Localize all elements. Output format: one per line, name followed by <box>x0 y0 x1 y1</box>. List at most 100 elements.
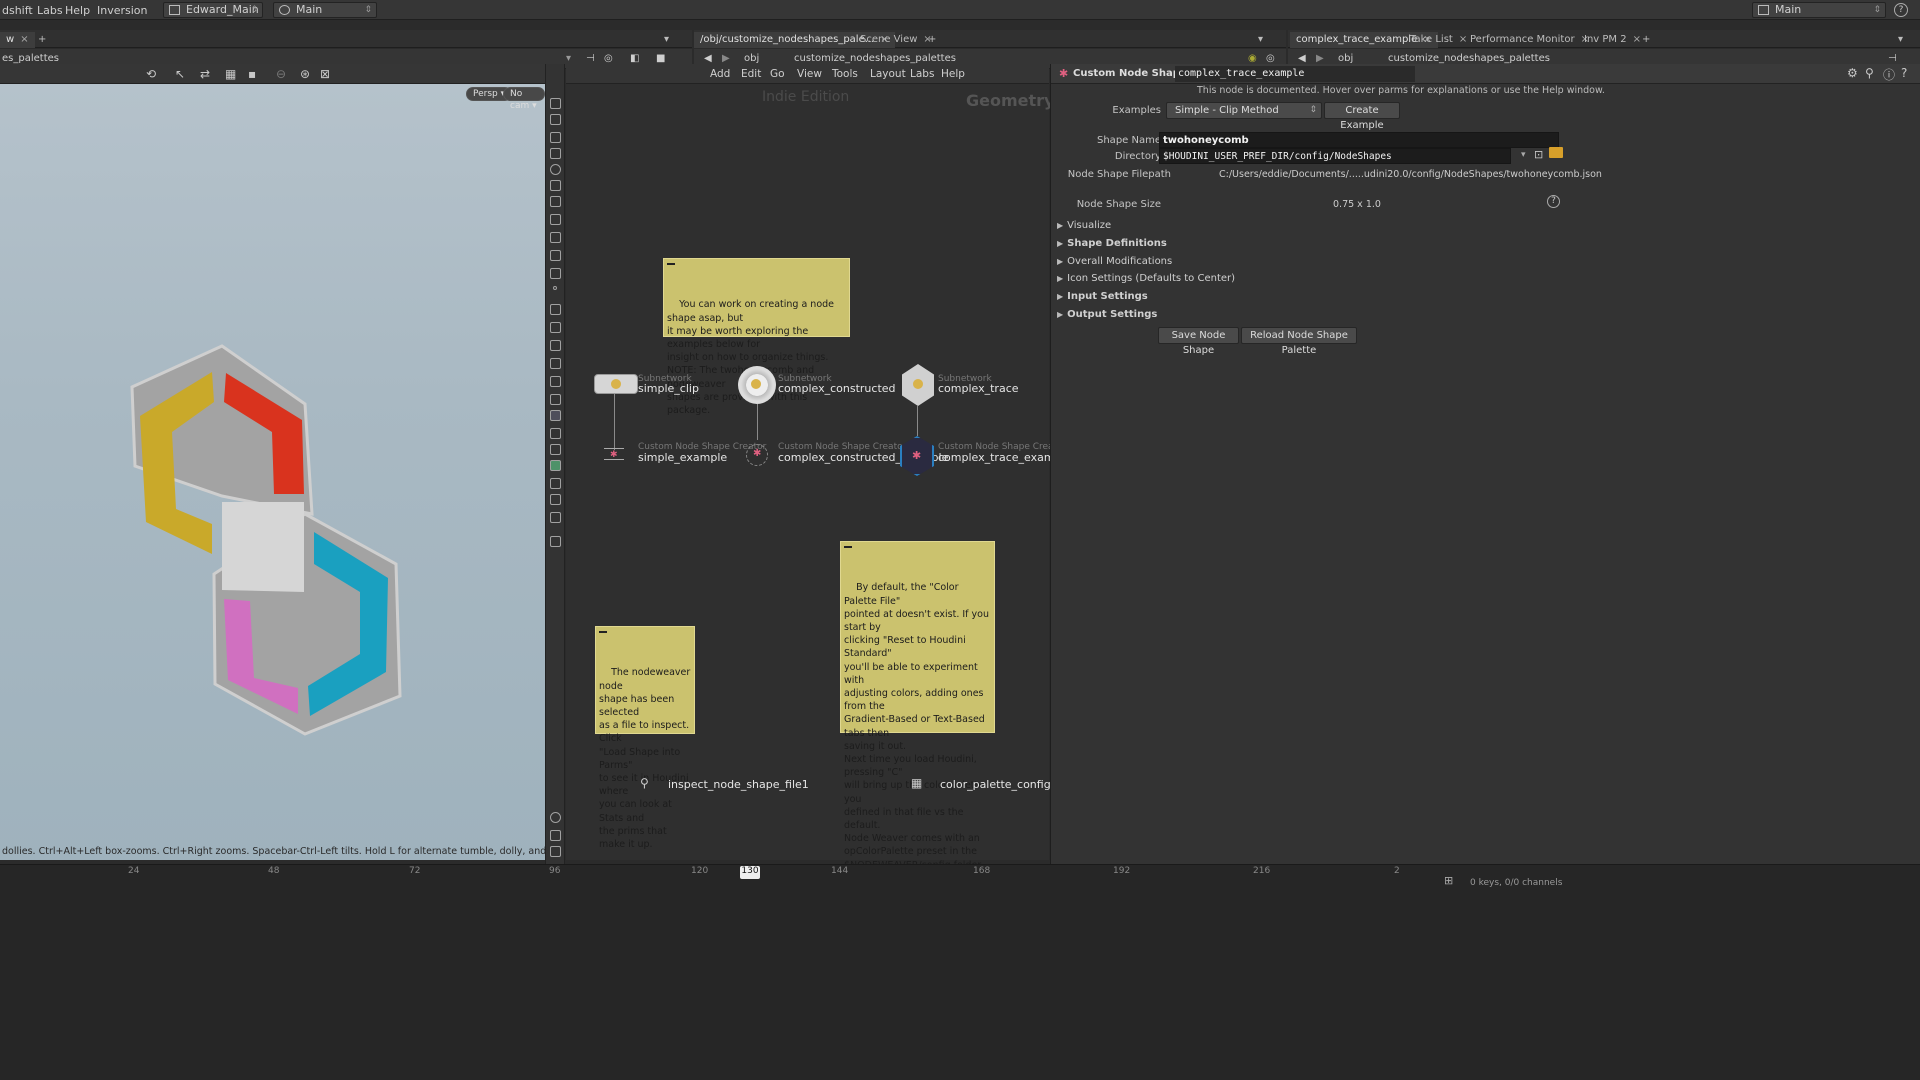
tab-take-list[interactable]: Take List × <box>1404 32 1473 48</box>
snap-icon[interactable] <box>550 148 561 159</box>
group-icon[interactable] <box>550 460 561 471</box>
sticky-collapse[interactable] <box>667 263 675 265</box>
node-simple-clip[interactable]: simple_clip <box>638 382 699 395</box>
brush-icon[interactable] <box>550 304 561 315</box>
shape-name-field[interactable]: twohoneycomb <box>1159 132 1559 148</box>
flag-icon[interactable] <box>550 214 561 225</box>
back-icon[interactable]: ◀ <box>704 53 712 64</box>
image-icon[interactable] <box>550 512 561 523</box>
info-icon[interactable]: ⓘ <box>1883 66 1895 83</box>
folder-icon-settings[interactable]: ▶ Icon Settings (Defaults to Center) <box>1057 273 1235 284</box>
palette-grid-icon[interactable]: ▦ <box>911 776 922 790</box>
node-simple-example[interactable]: simple_example <box>638 451 727 464</box>
menu-help[interactable]: Help <box>65 4 90 17</box>
directory-field[interactable]: $HOUDINI_USER_PREF_DIR/config/NodeShapes <box>1159 148 1511 164</box>
folder-input-settings[interactable]: ▶ Input Settings <box>1057 291 1148 302</box>
camera-button[interactable]: No cam ▾ <box>503 87 545 111</box>
link-icon[interactable]: ◎ <box>604 53 613 64</box>
timeline[interactable] <box>0 864 1920 1080</box>
folder-overall-modifications[interactable]: ▶ Overall Modifications <box>1057 256 1172 267</box>
left-path[interactable]: es_palettes <box>2 53 59 64</box>
snapshot-icon[interactable]: ◧ <box>630 53 639 64</box>
node-inspect-node-shape-file1[interactable]: inspect_node_shape_file1 <box>668 778 809 791</box>
inspect-node-icon[interactable]: ⚲ <box>640 776 649 790</box>
handle-icon[interactable] <box>550 478 561 489</box>
menu-labs[interactable]: Labs <box>37 4 63 17</box>
right-context-selector[interactable]: Main ⇕ <box>1752 2 1886 18</box>
sticky-collapse[interactable] <box>844 546 852 548</box>
node-name-field[interactable]: complex_trace_example <box>1175 66 1415 82</box>
path-node[interactable]: customize_nodeshapes_palettes <box>794 53 956 64</box>
node-complex-trace[interactable]: complex_trace <box>938 382 1019 395</box>
light-bulb-icon[interactable] <box>550 180 561 191</box>
node-complex-constructed-icon[interactable] <box>738 366 776 404</box>
context-selector[interactable]: Main ⇕ <box>273 2 377 18</box>
location-icon[interactable] <box>550 536 561 547</box>
path-root[interactable]: obj <box>744 53 759 64</box>
frame-all-icon[interactable] <box>550 232 561 243</box>
normals-icon[interactable] <box>550 268 561 279</box>
help-icon[interactable]: ? <box>1547 195 1560 208</box>
menu-inversion[interactable]: Inversion <box>97 4 148 17</box>
sticky-collapse[interactable] <box>599 631 607 633</box>
scene-viewport[interactable]: Persp ▾ No cam ▾ dollies. Ctrl+Alt+Left … <box>0 84 545 860</box>
node-complex-trace-icon[interactable] <box>902 364 934 406</box>
folder-shape-definitions[interactable]: ▶ Shape Definitions <box>1057 238 1167 249</box>
tab-scene-view[interactable]: w × <box>0 32 35 48</box>
layout-icon[interactable] <box>550 830 561 841</box>
search-icon[interactable]: ⚲ <box>1865 66 1874 80</box>
node-simple-example-icon[interactable]: ✱ <box>604 448 624 460</box>
info-icon[interactable] <box>550 812 561 823</box>
help-icon[interactable]: ? <box>1894 3 1908 17</box>
grid-icon[interactable]: ▦ <box>225 67 236 81</box>
light-icon[interactable]: ⊠ <box>320 67 330 81</box>
pin-icon[interactable]: ⊣ <box>1888 53 1897 64</box>
menu-help[interactable]: Help <box>941 68 965 80</box>
node-complex-constructed-example-icon[interactable]: ✱ <box>746 444 768 466</box>
reload-palette-button[interactable]: Reload Node Shape Palette <box>1241 327 1357 356</box>
display-icon[interactable]: ■ <box>656 53 665 64</box>
shading-icon[interactable] <box>550 164 561 175</box>
camera-icon[interactable]: ⊛ <box>300 67 310 81</box>
examples-dropdown[interactable]: Simple - Clip Method ⇕ <box>1166 102 1322 119</box>
pane-menu-icon[interactable]: ▾ <box>658 32 675 48</box>
folder-output-settings[interactable]: ▶ Output Settings <box>1057 309 1157 320</box>
menu-labs[interactable]: Labs <box>910 68 934 80</box>
menu-view[interactable]: View <box>797 68 822 80</box>
bone-icon[interactable] <box>550 250 561 261</box>
sculpt-icon[interactable] <box>550 376 561 387</box>
gear-icon[interactable]: ⚙ <box>1847 66 1858 80</box>
create-example-button[interactable]: Create Example <box>1324 102 1400 131</box>
tumble-icon[interactable]: ⟲ <box>146 67 156 81</box>
menu-edit[interactable]: Edit <box>741 68 761 80</box>
camera-view-icon[interactable] <box>550 846 561 857</box>
dropdown-arrow-icon[interactable]: ▾ <box>1521 150 1526 160</box>
add-tab-icon[interactable]: + <box>32 32 52 48</box>
node-simple-clip-icon[interactable] <box>594 374 638 394</box>
box-icon[interactable] <box>550 494 561 505</box>
back-icon[interactable]: ◀ <box>1298 53 1306 64</box>
sticky-note-palette[interactable]: By default, the "Color Palette File" poi… <box>840 541 995 923</box>
path-node[interactable]: customize_nodeshapes_palettes <box>1388 53 1550 64</box>
record-icon[interactable]: ⊖ <box>276 67 286 81</box>
lock-icon[interactable] <box>550 114 561 125</box>
folder-icon[interactable] <box>1549 147 1563 158</box>
add-tab-icon[interactable]: + <box>922 32 942 48</box>
pen-icon[interactable] <box>550 322 561 333</box>
guide-icon[interactable] <box>550 410 561 421</box>
pane-menu-icon[interactable]: ▾ <box>1892 32 1909 48</box>
select-arrow-icon[interactable]: ↖ <box>175 67 185 81</box>
help-icon[interactable]: ? <box>1901 66 1907 80</box>
path-root[interactable]: obj <box>1338 53 1353 64</box>
sticky-note-inspect[interactable]: The nodeweaver node shape has been selec… <box>595 626 695 850</box>
point-icon[interactable] <box>553 286 557 290</box>
keyframe-icon[interactable]: ⊞ <box>1444 874 1453 887</box>
transform-icon[interactable]: ⇄ <box>200 67 210 81</box>
link-icon[interactable]: ◎ <box>1266 53 1275 64</box>
pin-icon[interactable] <box>550 196 561 207</box>
tab-performance-monitor[interactable]: Performance Monitor × <box>1464 32 1595 48</box>
desktop-selector[interactable]: Edward_Main ⇕ <box>163 2 263 18</box>
folder-visualize[interactable]: ▶ Visualize <box>1057 220 1111 231</box>
menu-tools[interactable]: Tools <box>832 68 858 80</box>
add-tab-icon[interactable]: + <box>1636 32 1656 48</box>
